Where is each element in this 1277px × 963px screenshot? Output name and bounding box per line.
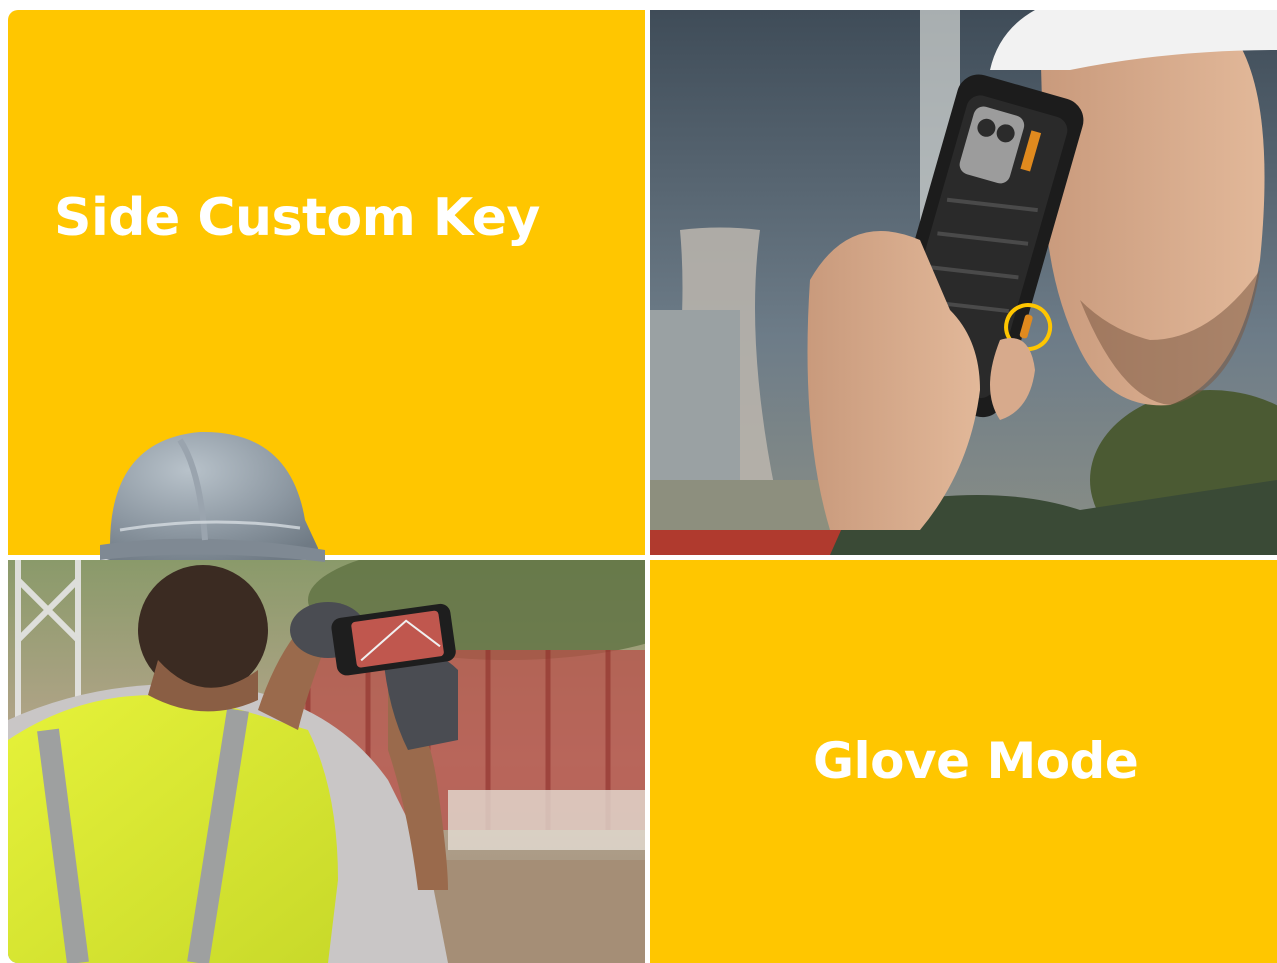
glove-mode-photo <box>8 560 645 963</box>
worker-phone-photo <box>650 10 1277 555</box>
side-key-photo <box>650 10 1277 555</box>
side-custom-key-panel: Side Custom Key <box>8 10 645 555</box>
side-custom-key-title: Side Custom Key <box>54 188 540 248</box>
construction-site-photo <box>8 560 645 963</box>
glove-mode-title: Glove Mode <box>813 732 1139 790</box>
glove-mode-panel: Glove Mode <box>650 560 1277 963</box>
